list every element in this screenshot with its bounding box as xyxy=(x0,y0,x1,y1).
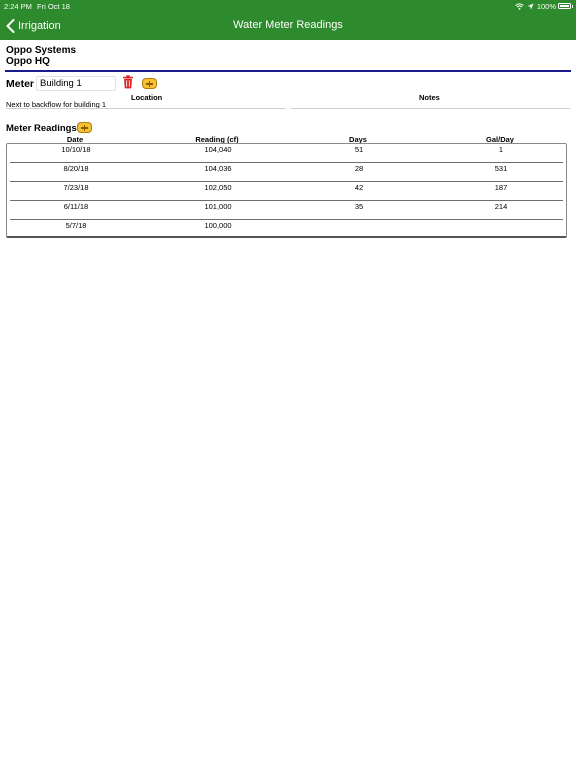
table-row[interactable]: 6/11/18 101,000 35 214 xyxy=(10,201,563,220)
readings-table: 10/10/18 104,040 51 1 8/20/18 104,036 28… xyxy=(6,143,567,238)
cell-gal-day: 1 xyxy=(498,145,504,154)
battery-icon xyxy=(558,3,571,9)
nav-bar: 2:24 PM Fri Oct 18 100% Irrigation Water… xyxy=(0,0,576,40)
cell-date: 6/11/18 xyxy=(63,202,89,211)
cell-days: 35 xyxy=(354,202,364,211)
company-name: Oppo Systems xyxy=(6,45,77,56)
cell-date: 10/10/18 xyxy=(61,145,91,154)
location-arrow-icon xyxy=(527,3,534,10)
cell-date: 7/23/18 xyxy=(63,183,89,192)
cell-gal-day: 531 xyxy=(494,164,508,173)
cell-date: 5/7/18 xyxy=(65,221,87,230)
battery-percent: 100% xyxy=(536,2,556,11)
cell-days: 28 xyxy=(354,164,364,173)
table-row[interactable]: 7/23/18 102,050 42 187 xyxy=(10,182,563,201)
battery-tip xyxy=(571,5,573,8)
cell-reading: 102,050 xyxy=(204,183,232,192)
cell-reading: 104,040 xyxy=(204,145,232,154)
location-label: Location xyxy=(131,93,163,102)
status-time: 2:24 PM xyxy=(4,2,32,11)
cell-gal-day: 214 xyxy=(494,202,508,211)
cell-reading: 101,000 xyxy=(204,202,232,211)
cell-reading: 100,000 xyxy=(204,221,232,230)
cell-days: 51 xyxy=(354,145,364,154)
meter-readings-label: Meter Readings xyxy=(6,123,77,134)
cell-reading: 104,036 xyxy=(204,164,232,173)
notes-field[interactable] xyxy=(291,108,570,109)
meter-name-input[interactable] xyxy=(36,76,116,91)
wifi-icon xyxy=(515,3,524,10)
trash-icon[interactable] xyxy=(122,75,134,89)
add-meter-button[interactable] xyxy=(142,78,157,89)
company-block: Oppo Systems Oppo HQ xyxy=(6,45,76,67)
cell-gal-day: 187 xyxy=(494,183,508,192)
add-reading-button[interactable] xyxy=(77,122,92,133)
status-date: Fri Oct 18 xyxy=(37,2,70,11)
section-divider xyxy=(5,70,571,72)
table-row[interactable]: 5/7/18 100,000 xyxy=(10,220,563,239)
status-bar: 2:24 PM Fri Oct 18 100% xyxy=(0,2,576,12)
meter-label: Meter xyxy=(6,78,35,90)
table-row[interactable]: 8/20/18 104,036 28 531 xyxy=(10,163,563,182)
status-right: 100% xyxy=(515,2,556,11)
notes-label: Notes xyxy=(419,93,440,102)
page-title: Water Meter Readings xyxy=(233,19,343,31)
site-name: Oppo HQ xyxy=(6,56,50,67)
cell-date: 8/20/18 xyxy=(63,164,89,173)
location-field-underline xyxy=(6,108,286,109)
cell-days: 42 xyxy=(354,183,364,192)
table-row[interactable]: 10/10/18 104,040 51 1 xyxy=(10,144,563,163)
